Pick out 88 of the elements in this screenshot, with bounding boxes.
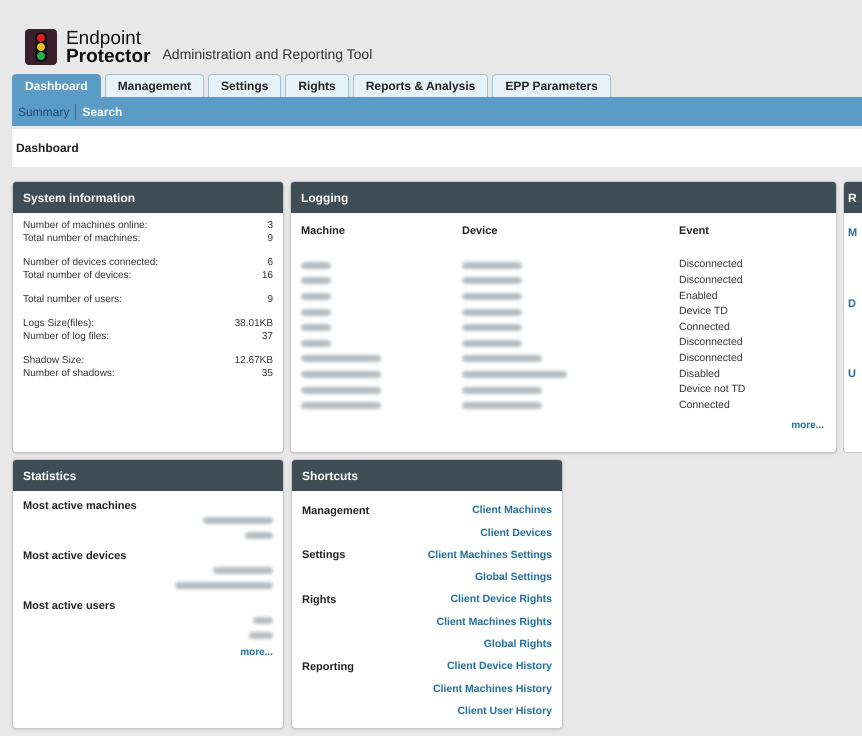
column-header: Event [679,224,710,239]
group-label: Settings [302,548,346,564]
info-label: Number of shadows: [23,367,115,380]
blurred-text [462,308,522,316]
blurred-text [253,617,273,624]
info-value: 16 [262,269,273,282]
event-cell-text: Disconnected [679,257,743,272]
info-value: 35 [262,367,273,380]
event-cell-text: Device TD [679,304,728,320]
panel-title: Statistics [23,468,76,484]
event-cell-text: Enabled [679,288,718,304]
shortcut-link[interactable]: Client Devices [480,526,552,542]
nav-tab[interactable]: EPP Parameters [492,74,611,97]
blurred-text [203,517,273,524]
info-value: 38.01KB [234,317,273,330]
group-label: Rights [302,593,336,608]
blurred-text [301,292,331,300]
traffic-light-icon [24,28,58,66]
info-value: 6 [267,256,273,269]
page-title: Dashboard [16,140,79,157]
event-cell-text: Disabled [679,366,720,382]
section-label: Most active devices [23,549,128,563]
subnav-link[interactable]: Search [82,102,122,120]
event-cell-text: Device not TD [679,382,746,398]
shortcut-link[interactable]: Client Device Rights [450,592,552,608]
info-label: Number of machines online: [23,219,148,232]
info-value: 37 [262,330,273,343]
info-label: Total number of machines: [23,232,140,245]
blurred-text [213,567,273,574]
brand-name: Endpoint [66,30,142,48]
shortcut-link[interactable]: Client Machines [472,503,552,520]
info-value: 9 [267,293,273,306]
nav-tab[interactable]: Rights [285,74,349,97]
info-label: Shadow Size: [23,354,84,367]
panel-link[interactable]: D [848,296,856,312]
shortcut-link[interactable]: Client User History [457,704,552,720]
event-cell-text: Connected [679,320,730,335]
panel-title: Shortcuts [302,468,358,484]
event-cell-text: Disconnected [679,273,743,288]
column-header: Device [462,224,498,239]
column-header: Machine [301,224,346,239]
panel-link[interactable]: U [848,366,856,382]
info-value: 12.67KB [234,354,273,367]
blurred-text [462,277,522,284]
nav-tab[interactable]: Settings [208,74,282,97]
shortcut-link[interactable]: Global Settings [474,570,552,586]
panel-title: System information [23,190,136,206]
event-cell-text: Connected [679,398,730,413]
shortcut-link[interactable]: Client Machines Settings [428,548,552,564]
subnav-link[interactable]: Summary [18,102,70,120]
group-label: Management [302,504,370,519]
blurred-text [301,324,331,332]
more-link[interactable]: more... [240,645,273,660]
nav-tab[interactable]: Reports & Analysis [352,74,488,97]
section-label: Most active users [23,599,116,613]
panel-title: R [848,190,857,206]
shortcut-link[interactable]: Global Rights [484,637,552,653]
blurred-text [245,532,273,539]
blurred-text [301,262,331,269]
info-label: Total number of users: [23,293,122,306]
event-cell-text: Disconnected [679,335,743,350]
event-cell-text: Disconnected [679,350,743,366]
group-label: Reporting [302,660,354,675]
blurred-text [462,292,522,300]
blurred-text [462,340,522,347]
info-value: 9 [267,232,273,245]
info-label: Number of log files: [23,330,110,343]
blurred-text [301,277,331,284]
info-value: 3 [267,219,273,232]
info-label: Number of devices connected: [23,256,158,269]
blurred-text [301,340,331,347]
panel-link[interactable]: M [848,225,858,242]
shortcut-link[interactable]: Client Machines Rights [436,614,552,630]
info-label: Logs Size(files): [23,317,94,330]
shortcut-link[interactable]: Client Machines History [432,682,552,698]
blurred-text [462,262,522,269]
nav-tab[interactable]: Management [104,74,204,97]
more-link[interactable]: more... [791,418,824,434]
panel-title: Logging [301,190,348,206]
shortcut-link[interactable]: Client Device History [446,659,552,676]
blurred-text [301,308,331,316]
info-label: Total number of devices: [23,269,132,282]
blurred-text [462,324,522,332]
brand-name: Protector [66,48,150,66]
blurred-text [249,632,273,639]
section-label: Most active machines [23,499,138,513]
nav-tab[interactable]: Dashboard [12,74,101,97]
app-subtitle: Administration and Reporting Tool [162,45,372,64]
